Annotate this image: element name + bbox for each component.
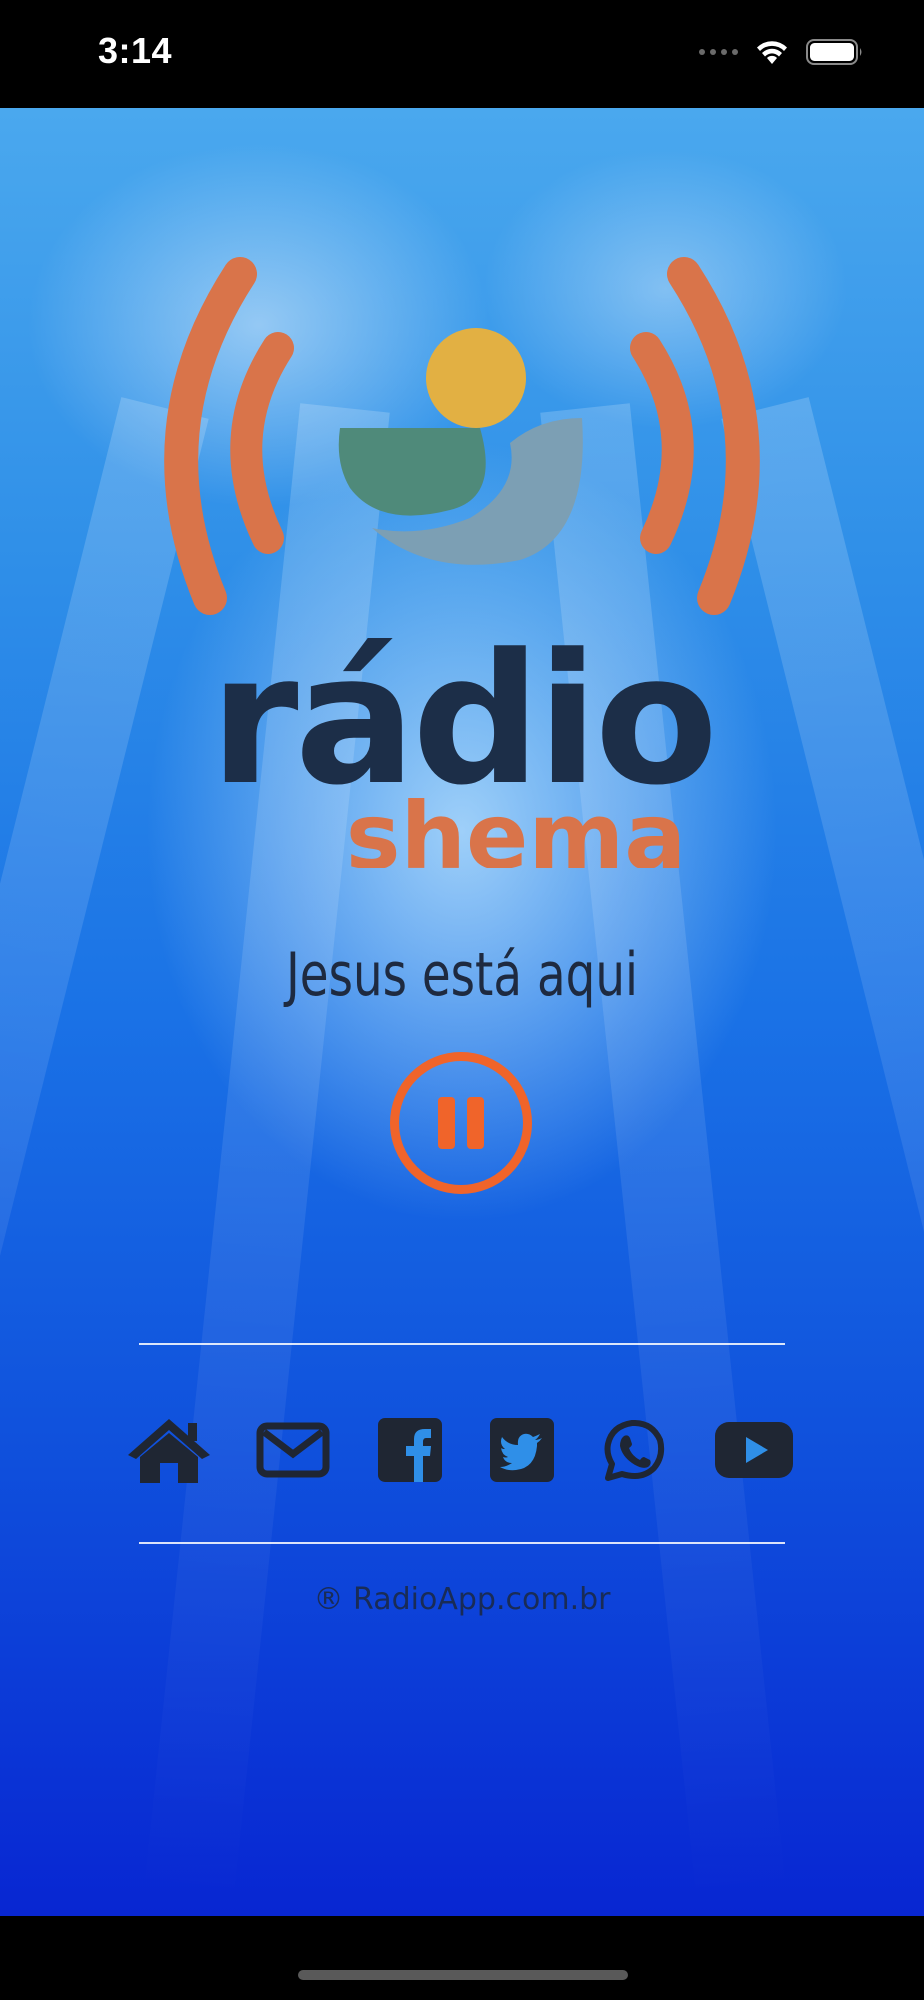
wifi-icon xyxy=(757,41,787,64)
cellular-signal-icon xyxy=(699,49,738,55)
copyright-text[interactable]: ® RadioApp.com.br xyxy=(0,1582,924,1617)
status-icons xyxy=(699,38,864,66)
pause-icon xyxy=(432,1097,490,1149)
twitter-icon[interactable] xyxy=(490,1410,554,1490)
home-indicator[interactable] xyxy=(298,1970,628,1980)
status-bar: 3:14 xyxy=(0,0,924,108)
home-icon[interactable] xyxy=(126,1410,212,1490)
whatsapp-icon[interactable] xyxy=(600,1410,668,1490)
pause-button[interactable] xyxy=(390,1052,532,1194)
now-playing-title: Jesus está aqui xyxy=(285,940,639,1010)
logo-word-shema: shema xyxy=(346,783,687,868)
divider-top xyxy=(139,1343,785,1345)
app-screen: rádio shema Jesus está aqui ® RadioApp.c… xyxy=(0,108,924,1916)
status-time: 3:14 xyxy=(98,30,173,71)
youtube-icon[interactable] xyxy=(714,1410,794,1490)
radio-shema-logo: rádio shema xyxy=(164,257,760,868)
bottom-safe-area xyxy=(0,1916,924,2000)
social-links xyxy=(0,1410,924,1490)
facebook-icon[interactable] xyxy=(378,1410,442,1490)
battery-icon xyxy=(806,39,862,65)
divider-bottom xyxy=(139,1542,785,1544)
mail-icon[interactable] xyxy=(256,1410,330,1490)
